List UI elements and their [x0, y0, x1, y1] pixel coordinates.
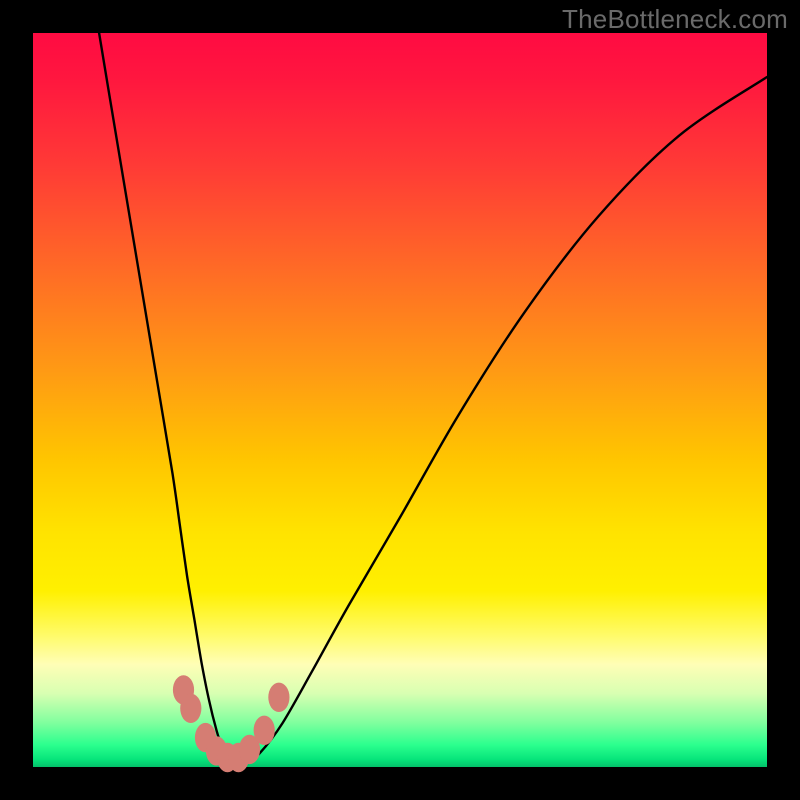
chart-frame: TheBottleneck.com: [0, 0, 800, 800]
curve-marker: [268, 683, 289, 712]
bottleneck-curve: [99, 33, 767, 765]
plot-area: [33, 33, 767, 767]
curve-markers: [173, 675, 290, 772]
watermark-text: TheBottleneck.com: [562, 4, 788, 35]
curve-marker: [180, 694, 201, 723]
curve-layer: [33, 33, 767, 767]
curve-marker: [254, 716, 275, 745]
